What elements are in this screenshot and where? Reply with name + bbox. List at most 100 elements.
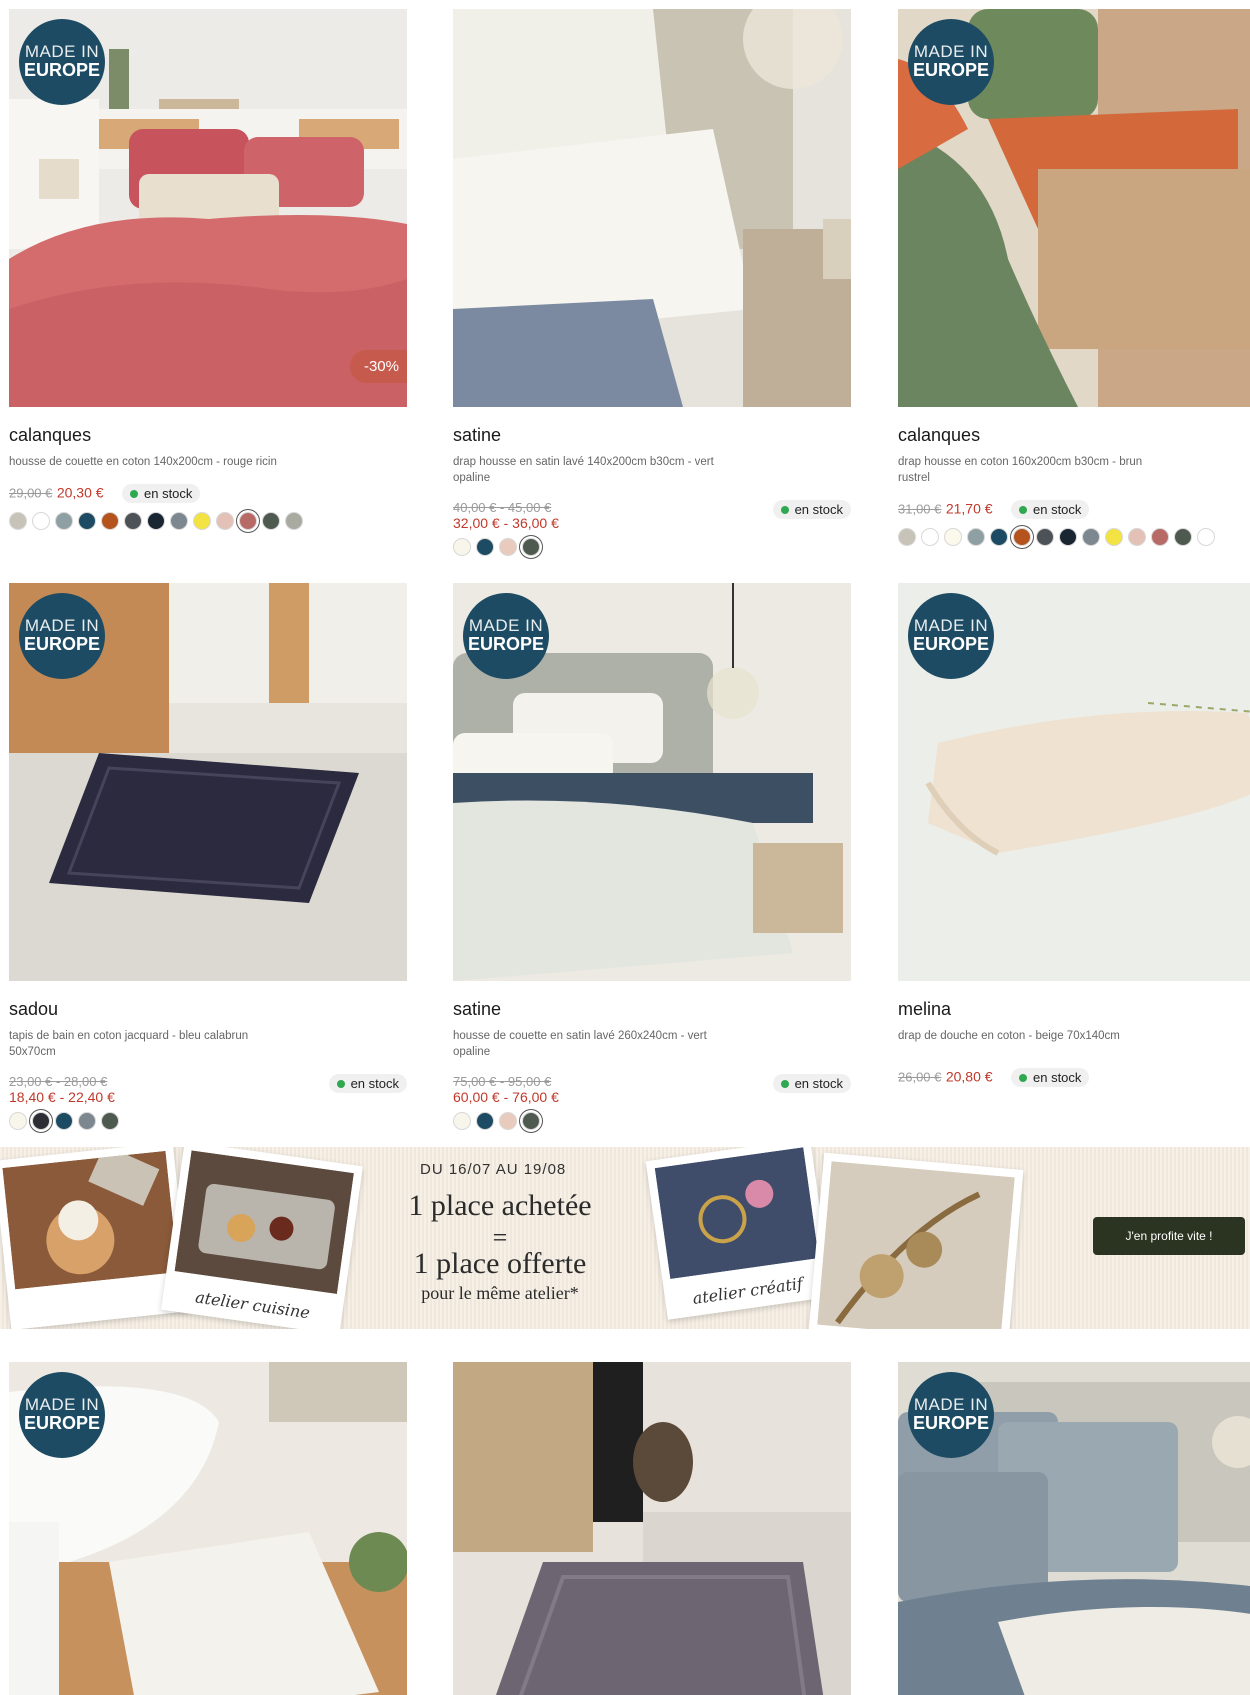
old-price: 26,00 €: [898, 1069, 942, 1085]
stock-dot-icon: [780, 1079, 789, 1088]
polaroid-photo: atelier cuisine: [161, 1147, 363, 1329]
dried-flowers-photo: [817, 1161, 1015, 1329]
color-swatch[interactable]: [147, 512, 165, 530]
color-swatch[interactable]: [1105, 528, 1123, 546]
color-swatch[interactable]: [78, 512, 96, 530]
color-swatch[interactable]: [9, 1112, 27, 1130]
product-name[interactable]: calanques: [9, 425, 407, 446]
product-card[interactable]: MADE IN EUROPE melina drap de douche en c…: [898, 583, 1250, 1088]
stock-dot-icon: [780, 505, 789, 514]
color-swatches: [898, 528, 1250, 546]
product-image[interactable]: MADE IN EUROPE: [898, 9, 1250, 407]
product-image[interactable]: MADE IN EUROPE: [453, 583, 851, 981]
product-image[interactable]: MADE IN EUROPE: [898, 583, 1250, 981]
product-description[interactable]: housse de couette en coton 140x200cm - r…: [9, 454, 279, 470]
color-swatch[interactable]: [990, 528, 1008, 546]
color-swatch[interactable]: [453, 1112, 471, 1130]
product-card[interactable]: MADE IN EUROPE -30% calanques housse de c…: [9, 9, 407, 530]
color-swatch[interactable]: [1082, 528, 1100, 546]
new-price: 20,80 €: [945, 1068, 993, 1085]
color-swatch[interactable]: [1013, 528, 1031, 546]
product-image[interactable]: [453, 9, 851, 407]
color-swatch[interactable]: [898, 528, 916, 546]
color-swatch[interactable]: [239, 512, 257, 530]
product-image[interactable]: MADE IN EUROPE: [898, 1362, 1250, 1695]
product-image[interactable]: MADE IN EUROPE -30%: [9, 9, 407, 407]
bath-mat-scene: [453, 1362, 851, 1695]
color-swatch[interactable]: [453, 538, 471, 556]
polaroid-photo: atelier créatif: [645, 1147, 833, 1320]
product-card[interactable]: satine drap housse en satin lavé 140x200…: [453, 9, 851, 556]
color-swatch[interactable]: [101, 1112, 119, 1130]
color-swatch[interactable]: [1151, 528, 1169, 546]
product-name[interactable]: calanques: [898, 425, 1250, 446]
color-swatch[interactable]: [262, 512, 280, 530]
product-description[interactable]: tapis de bain en coton jacquard - bleu c…: [9, 1028, 279, 1060]
color-swatch[interactable]: [9, 512, 27, 530]
price-row: 26,00 € 20,80 € en stock: [898, 1068, 1250, 1088]
color-swatch[interactable]: [55, 512, 73, 530]
new-price: 20,30 €: [56, 484, 104, 501]
color-swatch[interactable]: [32, 512, 50, 530]
color-swatch[interactable]: [1197, 528, 1215, 546]
made-in-europe-badge: MADE IN EUROPE: [908, 1372, 994, 1458]
color-swatch[interactable]: [476, 538, 494, 556]
discount-badge: -30%: [349, 350, 407, 383]
promo-banner[interactable]: atelier cuisine DU 16/07 AU 19/08 1 plac…: [0, 1147, 1250, 1329]
product-card[interactable]: MADE IN EUROPE satine housse de couette e…: [453, 583, 851, 1130]
stock-dot-icon: [1019, 1073, 1027, 1082]
banner-headline: 1 place achetée: [408, 1189, 592, 1222]
color-swatch[interactable]: [124, 512, 142, 530]
color-swatch[interactable]: [944, 528, 962, 546]
stock-dot-icon: [336, 1079, 345, 1088]
color-swatch[interactable]: [170, 512, 188, 530]
color-swatch[interactable]: [921, 528, 939, 546]
color-swatch[interactable]: [78, 1112, 96, 1130]
color-swatch[interactable]: [32, 1112, 50, 1130]
made-in-europe-badge: MADE IN EUROPE: [19, 19, 105, 105]
color-swatch[interactable]: [1036, 528, 1054, 546]
color-swatch[interactable]: [476, 1112, 494, 1130]
stock-dot-icon: [1019, 505, 1027, 514]
color-swatch[interactable]: [55, 1112, 73, 1130]
product-card[interactable]: MADE IN EUROPE: [9, 1362, 407, 1695]
color-swatch[interactable]: [285, 512, 303, 530]
color-swatch[interactable]: [499, 1112, 517, 1130]
cta-button[interactable]: J'en profite vite !: [1093, 1217, 1245, 1255]
product-image[interactable]: MADE IN EUROPE: [9, 1362, 407, 1695]
color-swatch[interactable]: [1128, 528, 1146, 546]
color-swatch[interactable]: [1059, 528, 1077, 546]
product-description[interactable]: drap housse en satin lavé 140x200cm b30c…: [453, 454, 723, 486]
stock-badge: en stock: [1011, 1068, 1090, 1087]
product-name[interactable]: satine: [453, 425, 851, 446]
color-swatch[interactable]: [499, 538, 517, 556]
color-swatches: [453, 538, 851, 556]
product-card[interactable]: MADE IN EUROPE: [898, 1362, 1250, 1695]
color-swatch[interactable]: [967, 528, 985, 546]
product-image[interactable]: [453, 1362, 851, 1695]
color-swatches: [453, 1112, 851, 1130]
made-in-europe-badge: MADE IN EUROPE: [19, 1372, 105, 1458]
color-swatch[interactable]: [522, 1112, 540, 1130]
color-swatch[interactable]: [216, 512, 234, 530]
product-card[interactable]: MADE IN EUROPE calanques drap housse en c…: [898, 9, 1250, 546]
product-name[interactable]: sadou: [9, 999, 407, 1020]
price-row: 75,00 € - 95,00 € 60,00 € - 76,00 € en s…: [453, 1074, 851, 1110]
product-description[interactable]: drap housse en coton 160x200cm b30cm - b…: [898, 454, 1168, 486]
product-card[interactable]: MADE IN EUROPE sadou tapis de bain en cot…: [9, 583, 407, 1130]
color-swatch[interactable]: [193, 512, 211, 530]
banner-subline: pour le même atelier*: [421, 1283, 579, 1303]
product-image[interactable]: MADE IN EUROPE: [9, 583, 407, 981]
product-name[interactable]: melina: [898, 999, 1250, 1020]
product-card[interactable]: [453, 1362, 851, 1695]
cooking-photo: [174, 1150, 354, 1294]
color-swatch[interactable]: [101, 512, 119, 530]
product-description[interactable]: drap de douche en coton - beige 70x140cm: [898, 1028, 1168, 1044]
product-description[interactable]: housse de couette en satin lavé 260x240c…: [453, 1028, 723, 1060]
color-swatch[interactable]: [522, 538, 540, 556]
product-name[interactable]: satine: [453, 999, 851, 1020]
banner-headline-2: 1 place offerte: [413, 1247, 587, 1280]
color-swatch[interactable]: [1174, 528, 1192, 546]
banner-date: DU 16/07 AU 19/08: [420, 1161, 567, 1178]
stock-badge: en stock: [328, 1074, 407, 1093]
